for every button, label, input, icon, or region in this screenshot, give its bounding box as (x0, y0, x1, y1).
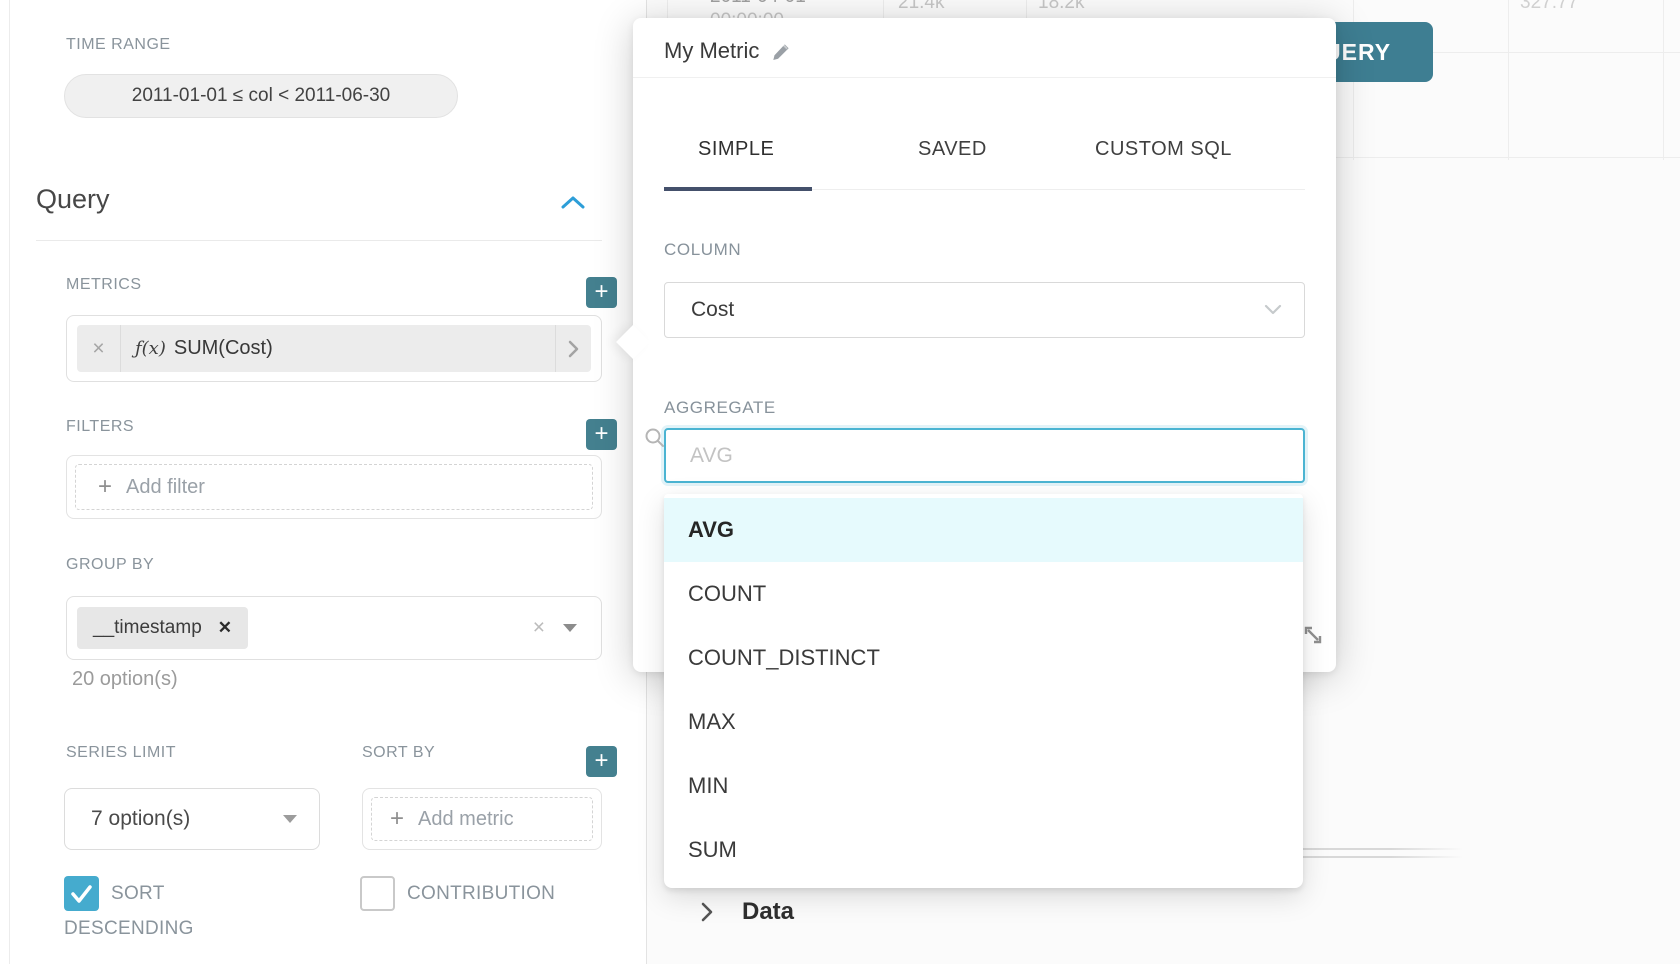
metric-expression: SUM(Cost) (174, 337, 555, 360)
control-panel: TIME RANGE 2011-01-01 ≤ col < 2011-06-30… (0, 0, 647, 964)
panel-resize-handle[interactable] (1303, 848, 1463, 850)
aggregate-option-min[interactable]: MIN (664, 754, 1303, 818)
caret-down-icon[interactable] (563, 624, 577, 632)
table-gridline (1663, 0, 1664, 160)
time-range-pill[interactable]: 2011-01-01 ≤ col < 2011-06-30 (64, 74, 458, 118)
tab-saved[interactable]: SAVED (918, 138, 987, 161)
section-divider (36, 240, 602, 241)
aggregate-option-sum[interactable]: SUM (664, 818, 1303, 882)
series-limit-value: 7 option(s) (91, 807, 190, 831)
table-cell-date: 2011-04-01 (710, 0, 806, 8)
aggregate-input[interactable] (664, 428, 1305, 483)
active-tab-indicator (664, 187, 812, 191)
caret-down-icon (283, 815, 297, 823)
table-cell-value: 327.77 (1520, 0, 1578, 14)
chevron-right-icon (568, 340, 579, 358)
clear-all-icon[interactable]: × (533, 616, 545, 640)
sort-by-dropzone[interactable]: + Add metric (362, 788, 602, 850)
fx-icon: ƒ(x) (135, 338, 166, 359)
sort-descending-checkbox[interactable] (64, 876, 99, 911)
remove-metric-icon[interactable]: × (77, 325, 121, 372)
table-gridline (1508, 0, 1509, 160)
add-sort-metric-button[interactable]: + (586, 746, 617, 777)
group-by-tag-label: __timestamp (93, 617, 202, 639)
chevron-right-icon (700, 901, 714, 923)
series-limit-select[interactable]: 7 option(s) (64, 788, 320, 850)
add-filter-button[interactable]: + (586, 419, 617, 450)
column-select[interactable]: Cost (664, 282, 1305, 338)
aggregate-option-max[interactable]: MAX (664, 690, 1303, 754)
resize-diagonal-icon[interactable] (1300, 622, 1326, 648)
aggregate-option-count-distinct[interactable]: COUNT_DISTINCT (664, 626, 1303, 690)
contribution-checkbox[interactable] (360, 876, 395, 911)
table-cell-value: 21.4k (898, 0, 944, 14)
chevron-down-icon (1264, 304, 1282, 316)
column-label: COLUMN (664, 240, 741, 260)
filters-dropzone[interactable]: + Add filter (66, 455, 602, 519)
panel-resize-handle[interactable] (1303, 856, 1463, 858)
aggregate-option-avg[interactable]: AVG (664, 498, 1303, 562)
check-icon (64, 876, 99, 911)
group-by-options-hint: 20 option(s) (72, 668, 178, 691)
plus-icon: + (98, 473, 112, 501)
aggregate-option-count[interactable]: COUNT (664, 562, 1303, 626)
column-select-value: Cost (691, 298, 734, 322)
popover-header: My Metric (633, 18, 1336, 78)
metric-control[interactable]: × ƒ(x) SUM(Cost) (66, 315, 602, 382)
popover-title: My Metric (664, 38, 759, 64)
table-cell-value: 18.2k (1038, 0, 1084, 14)
filters-label: FILTERS (66, 418, 134, 436)
search-icon (644, 427, 666, 449)
query-section-title: Query (36, 184, 110, 215)
group-by-label: GROUP BY (66, 556, 154, 574)
add-metric-button[interactable]: + (586, 277, 617, 308)
metrics-label: METRICS (66, 276, 142, 294)
remove-tag-icon[interactable]: ✕ (218, 618, 232, 638)
tab-custom-sql[interactable]: CUSTOM SQL (1095, 138, 1232, 161)
tab-bar: SIMPLE SAVED CUSTOM SQL (664, 78, 1305, 190)
time-range-label: TIME RANGE (66, 36, 171, 54)
aggregate-dropdown: AVG COUNT COUNT_DISTINCT MAX MIN SUM (664, 494, 1303, 888)
add-sort-metric-placeholder: Add metric (418, 808, 514, 831)
tab-simple[interactable]: SIMPLE (698, 138, 774, 161)
open-metric-popover[interactable] (555, 325, 591, 372)
panel-edge-line (9, 0, 10, 964)
contribution-option[interactable]: CONTRIBUTION (360, 876, 620, 911)
data-collapse-header[interactable]: Data (700, 898, 794, 926)
sort-by-label: SORT BY (362, 744, 435, 762)
aggregate-label: AGGREGATE (664, 398, 776, 418)
add-filter-placeholder: Add filter (126, 476, 205, 499)
series-limit-label: SERIES LIMIT (66, 744, 176, 762)
metric-pill[interactable]: × ƒ(x) SUM(Cost) (77, 325, 591, 372)
edit-pencil-icon[interactable] (769, 42, 791, 64)
data-collapse-label: Data (742, 898, 794, 926)
group-by-select[interactable]: __timestamp ✕ × (66, 596, 602, 660)
collapse-up-icon[interactable] (560, 194, 586, 210)
sort-descending-option[interactable]: SORT DESCENDING (64, 876, 240, 946)
group-by-tag[interactable]: __timestamp ✕ (77, 607, 248, 649)
contribution-label: CONTRIBUTION (407, 883, 555, 904)
plus-icon: + (390, 805, 404, 833)
